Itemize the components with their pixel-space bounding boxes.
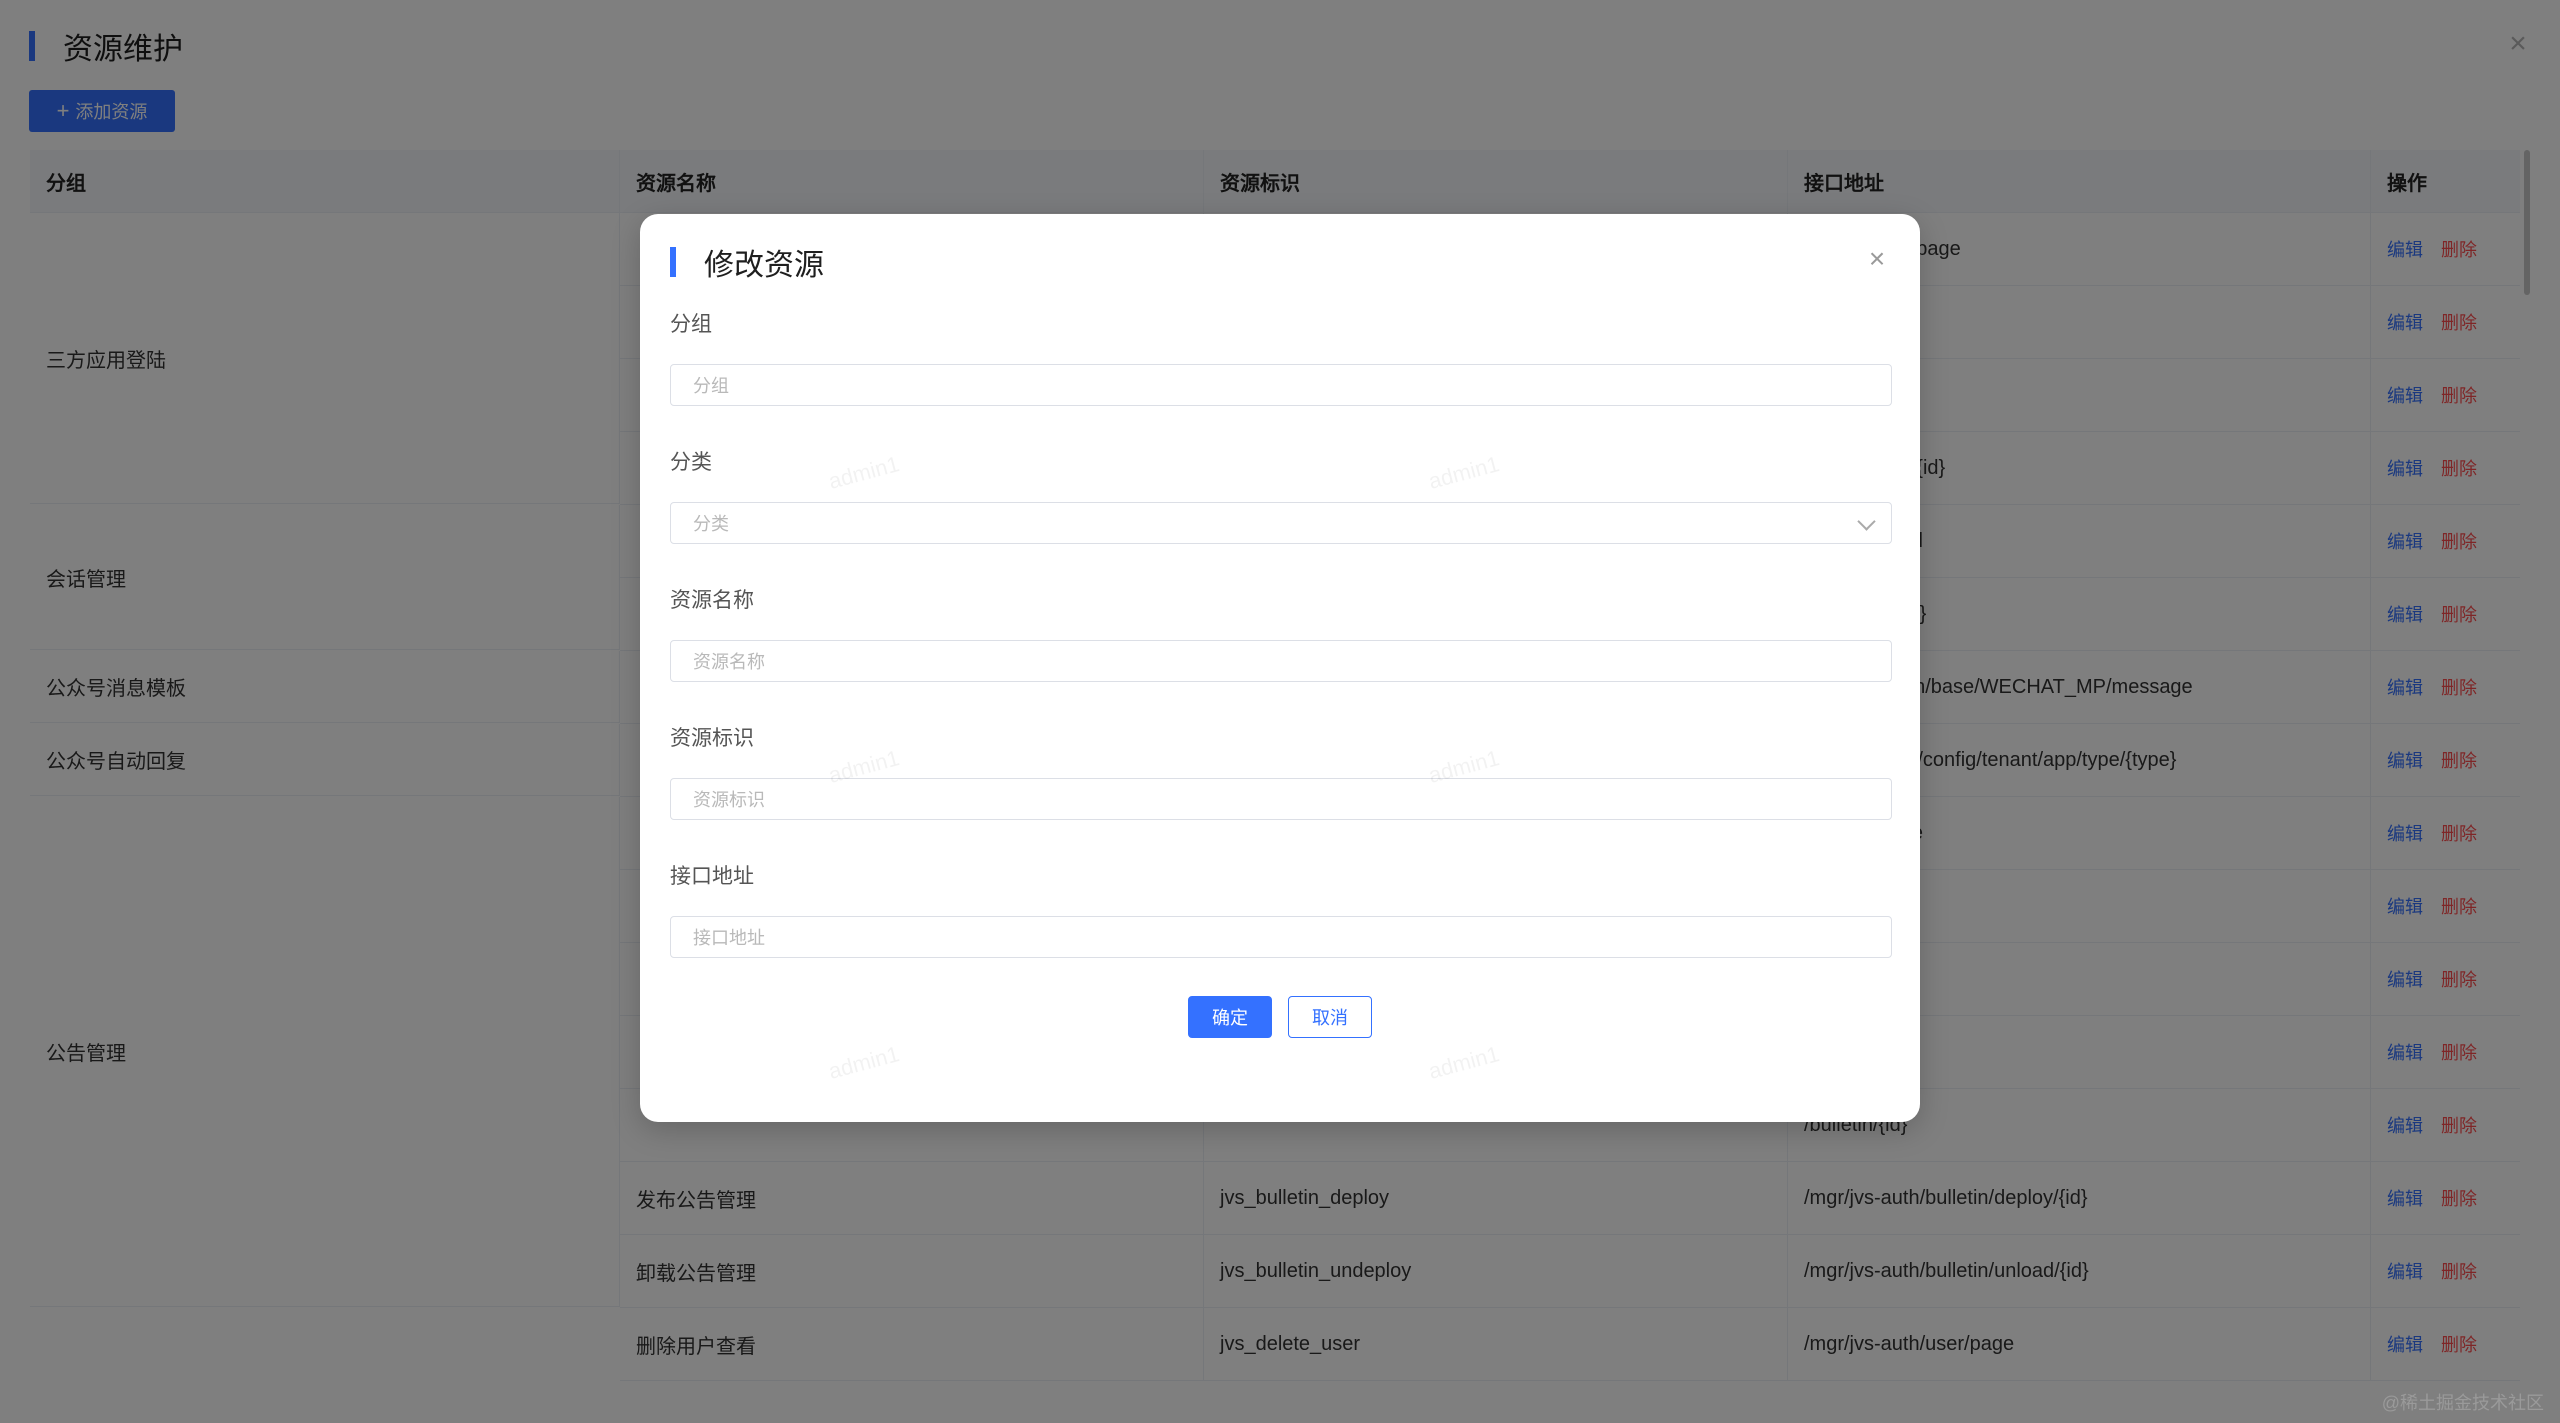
cancel-button[interactable]: 取消 — [1288, 996, 1372, 1038]
category-placeholder: 分类 — [693, 514, 729, 534]
site-credit: @稀土掘金技术社区 — [2381, 1393, 2544, 1413]
watermark: admin1 — [1425, 1041, 1503, 1084]
field-resource-name: 资源名称 资源名称 — [670, 586, 1892, 682]
chevron-down-icon — [1857, 512, 1876, 531]
edit-resource-dialog: 修改资源 × 分组 分组 分类 分类 资源名称 资源名称 资源标识 资源标识 接… — [640, 214, 1920, 1122]
watermark: admin1 — [825, 1041, 903, 1084]
resource-code-input[interactable]: 资源标识 — [670, 778, 1892, 820]
field-resource-code-label: 资源标识 — [670, 727, 754, 750]
category-select[interactable]: 分类 — [670, 502, 1892, 544]
field-resource-name-label: 资源名称 — [670, 589, 754, 612]
field-api-url: 接口地址 接口地址 — [670, 862, 1892, 958]
confirm-button[interactable]: 确定 — [1188, 996, 1272, 1038]
field-group: 分组 分组 — [670, 310, 1892, 406]
api-url-input[interactable]: 接口地址 — [670, 916, 1892, 958]
dialog-buttons: 确定 取消 — [640, 996, 1920, 1038]
field-group-label: 分组 — [670, 313, 712, 336]
dialog-title: 修改资源 — [704, 249, 824, 282]
field-api-url-label: 接口地址 — [670, 865, 754, 888]
dialog-accent-bar — [670, 247, 676, 277]
dialog-close-icon[interactable]: × — [1862, 244, 1892, 274]
dialog-header: 修改资源 — [670, 242, 824, 282]
resource-name-input[interactable]: 资源名称 — [670, 640, 1892, 682]
group-input[interactable]: 分组 — [670, 364, 1892, 406]
